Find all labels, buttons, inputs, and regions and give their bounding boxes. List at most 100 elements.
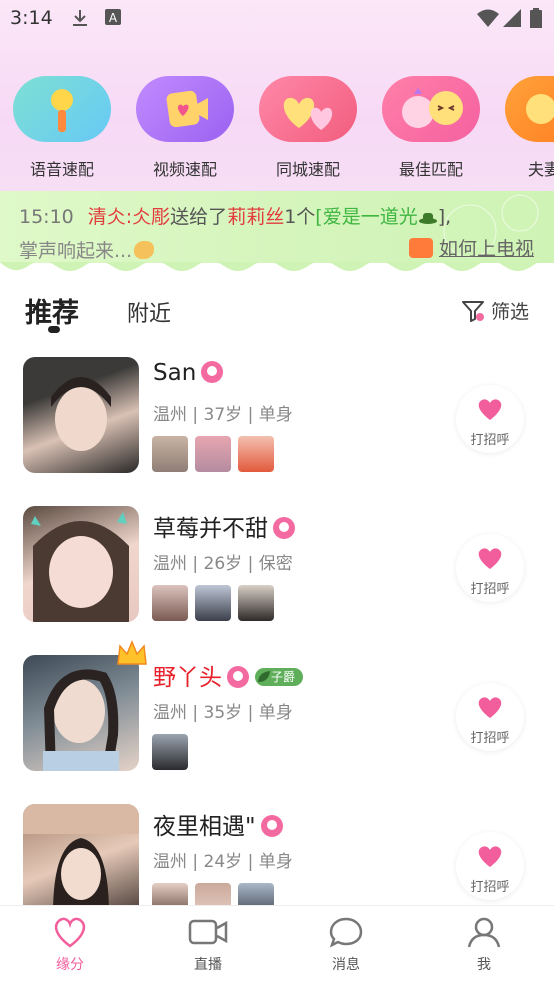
rank-badge-label: 子爵 — [271, 670, 296, 684]
photo-thumb[interactable] — [195, 585, 231, 621]
banner-message-line2: 掌声响起来... — [19, 236, 155, 263]
quick-label: 最佳匹配 — [398, 160, 463, 179]
user-card[interactable]: San 温州 | 37岁 | 单身 打招呼 — [0, 340, 554, 488]
two-hearts-icon — [259, 76, 357, 142]
crown-icon — [117, 640, 147, 665]
chat-bubble-icon — [329, 917, 363, 948]
user-meta: 温州 | 35岁 | 单身 — [153, 703, 293, 723]
banner-text: 送给了 — [170, 206, 228, 228]
greet-button[interactable]: 打招呼 — [456, 385, 524, 453]
nav-messages[interactable]: 消息 — [306, 916, 386, 974]
user-card[interactable]: 野丫头 子爵 温州 | 35岁 | 单身 打招呼 — [0, 638, 554, 786]
photo-thumb[interactable] — [238, 883, 274, 905]
user-meta: 温州 | 24岁 | 单身 — [153, 852, 293, 872]
nav-fate[interactable]: 缘分 — [30, 916, 110, 974]
download-icon — [73, 10, 87, 26]
svg-text:A: A — [109, 11, 118, 25]
nav-label: 缘分 — [56, 957, 84, 973]
hat-icon — [418, 213, 437, 224]
quick-voice-match[interactable]: 语音速配 — [12, 74, 112, 184]
user-name-row: 草莓并不甜 — [153, 509, 295, 543]
tab-active-indicator — [48, 326, 60, 333]
banner-sender: 清仌:仌彫 — [87, 206, 171, 228]
greet-label: 打招呼 — [470, 433, 510, 448]
battery-icon — [530, 8, 542, 28]
banner-wave-edge — [0, 262, 554, 271]
tv-icon — [408, 238, 433, 258]
smile-face-icon — [505, 76, 554, 142]
nav-label: 直播 — [194, 957, 222, 973]
photo-thumbs — [152, 734, 195, 770]
quick-best-match[interactable]: 最佳匹配 — [381, 74, 481, 184]
banner-line2-text: 掌声响起来... — [19, 240, 133, 262]
banner-text: 1个 — [284, 206, 316, 228]
quick-label: 同城速配 — [275, 160, 340, 179]
quick-city-match[interactable]: 同城速配 — [258, 74, 358, 184]
tv-link-label: 如何上电视 — [438, 238, 534, 260]
photo-thumbs — [152, 436, 281, 472]
female-gender-icon — [201, 361, 224, 383]
greet-button[interactable]: 打招呼 — [456, 683, 524, 751]
greet-label: 打招呼 — [470, 880, 510, 895]
quick-couple-match[interactable]: 夫妻 — [504, 74, 554, 184]
tab-nearby[interactable]: 附近 — [127, 296, 171, 328]
user-meta: 温州 | 37岁 | 单身 — [153, 405, 293, 425]
banner-text: ], — [437, 206, 452, 228]
nav-me[interactable]: 我 — [444, 916, 524, 974]
how-to-get-on-tv-link[interactable]: 如何上电视 — [408, 234, 534, 261]
avatar[interactable] — [23, 506, 139, 622]
couple-face-icon — [382, 76, 480, 142]
photo-thumb[interactable] — [238, 436, 274, 472]
status-bar: 3:14 A — [0, 0, 554, 38]
heart-icon — [478, 399, 502, 420]
avatar[interactable] — [23, 804, 139, 905]
heart-icon — [478, 697, 502, 718]
greet-label: 打招呼 — [470, 582, 510, 597]
quick-label: 视频速配 — [152, 160, 217, 179]
photo-thumb[interactable] — [238, 585, 274, 621]
filter-button[interactable]: 筛选 — [461, 297, 529, 324]
female-gender-icon — [273, 517, 295, 539]
filter-label: 筛选 — [490, 301, 529, 323]
user-name-row: 夜里相遇" — [153, 807, 283, 841]
greet-button[interactable]: 打招呼 — [456, 534, 524, 602]
avatar[interactable] — [23, 357, 139, 473]
photo-thumb[interactable] — [195, 436, 231, 472]
leaf-icon — [258, 671, 270, 682]
video-camera-icon — [188, 919, 228, 945]
nav-label: 消息 — [332, 957, 360, 973]
bottom-nav: 缘分 直播 消息 我 — [0, 905, 554, 984]
user-name: 野丫头 — [153, 665, 222, 691]
video-heart-icon — [136, 76, 234, 142]
quick-match-row: 语音速配 视频速配 同城速配 最佳匹配 夫妻 — [0, 74, 554, 184]
greet-label: 打招呼 — [470, 731, 510, 746]
photo-thumbs — [152, 883, 281, 905]
avatar[interactable] — [23, 655, 139, 771]
banner-message: 15:10 清仌:仌彫送给了莉莉丝1个[爱是一道光], — [19, 202, 451, 229]
photo-thumb[interactable] — [152, 585, 188, 621]
user-card[interactable]: 草莓并不甜 温州 | 26岁 | 保密 打招呼 — [0, 489, 554, 637]
nav-label: 我 — [477, 957, 491, 973]
user-name: 夜里相遇" — [153, 814, 256, 840]
photo-thumb[interactable] — [195, 883, 231, 905]
banner-receiver: 莉莉丝 — [227, 206, 285, 228]
user-name-row: San — [153, 360, 224, 386]
photo-thumb[interactable] — [152, 734, 188, 770]
banner-gift: [爱是一道光 — [315, 206, 418, 228]
user-card[interactable]: 夜里相遇" 温州 | 24岁 | 单身 打招呼 — [0, 787, 554, 905]
photo-thumbs — [152, 585, 281, 621]
tab-recommend[interactable]: 推荐 — [25, 291, 79, 330]
quick-video-match[interactable]: 视频速配 — [135, 74, 235, 184]
nav-live[interactable]: 直播 — [168, 916, 248, 974]
photo-thumb[interactable] — [152, 436, 188, 472]
greet-button[interactable]: 打招呼 — [456, 832, 524, 900]
banner-time: 15:10 — [19, 206, 74, 228]
user-meta: 温州 | 26岁 | 保密 — [153, 554, 293, 574]
signal-icon — [503, 9, 521, 27]
heart-icon — [54, 917, 86, 948]
photo-thumb[interactable] — [152, 883, 188, 905]
heart-icon — [478, 846, 502, 867]
app-notification-icon: A — [105, 9, 121, 25]
heart-icon — [478, 548, 502, 569]
filter-funnel-icon — [461, 301, 484, 322]
